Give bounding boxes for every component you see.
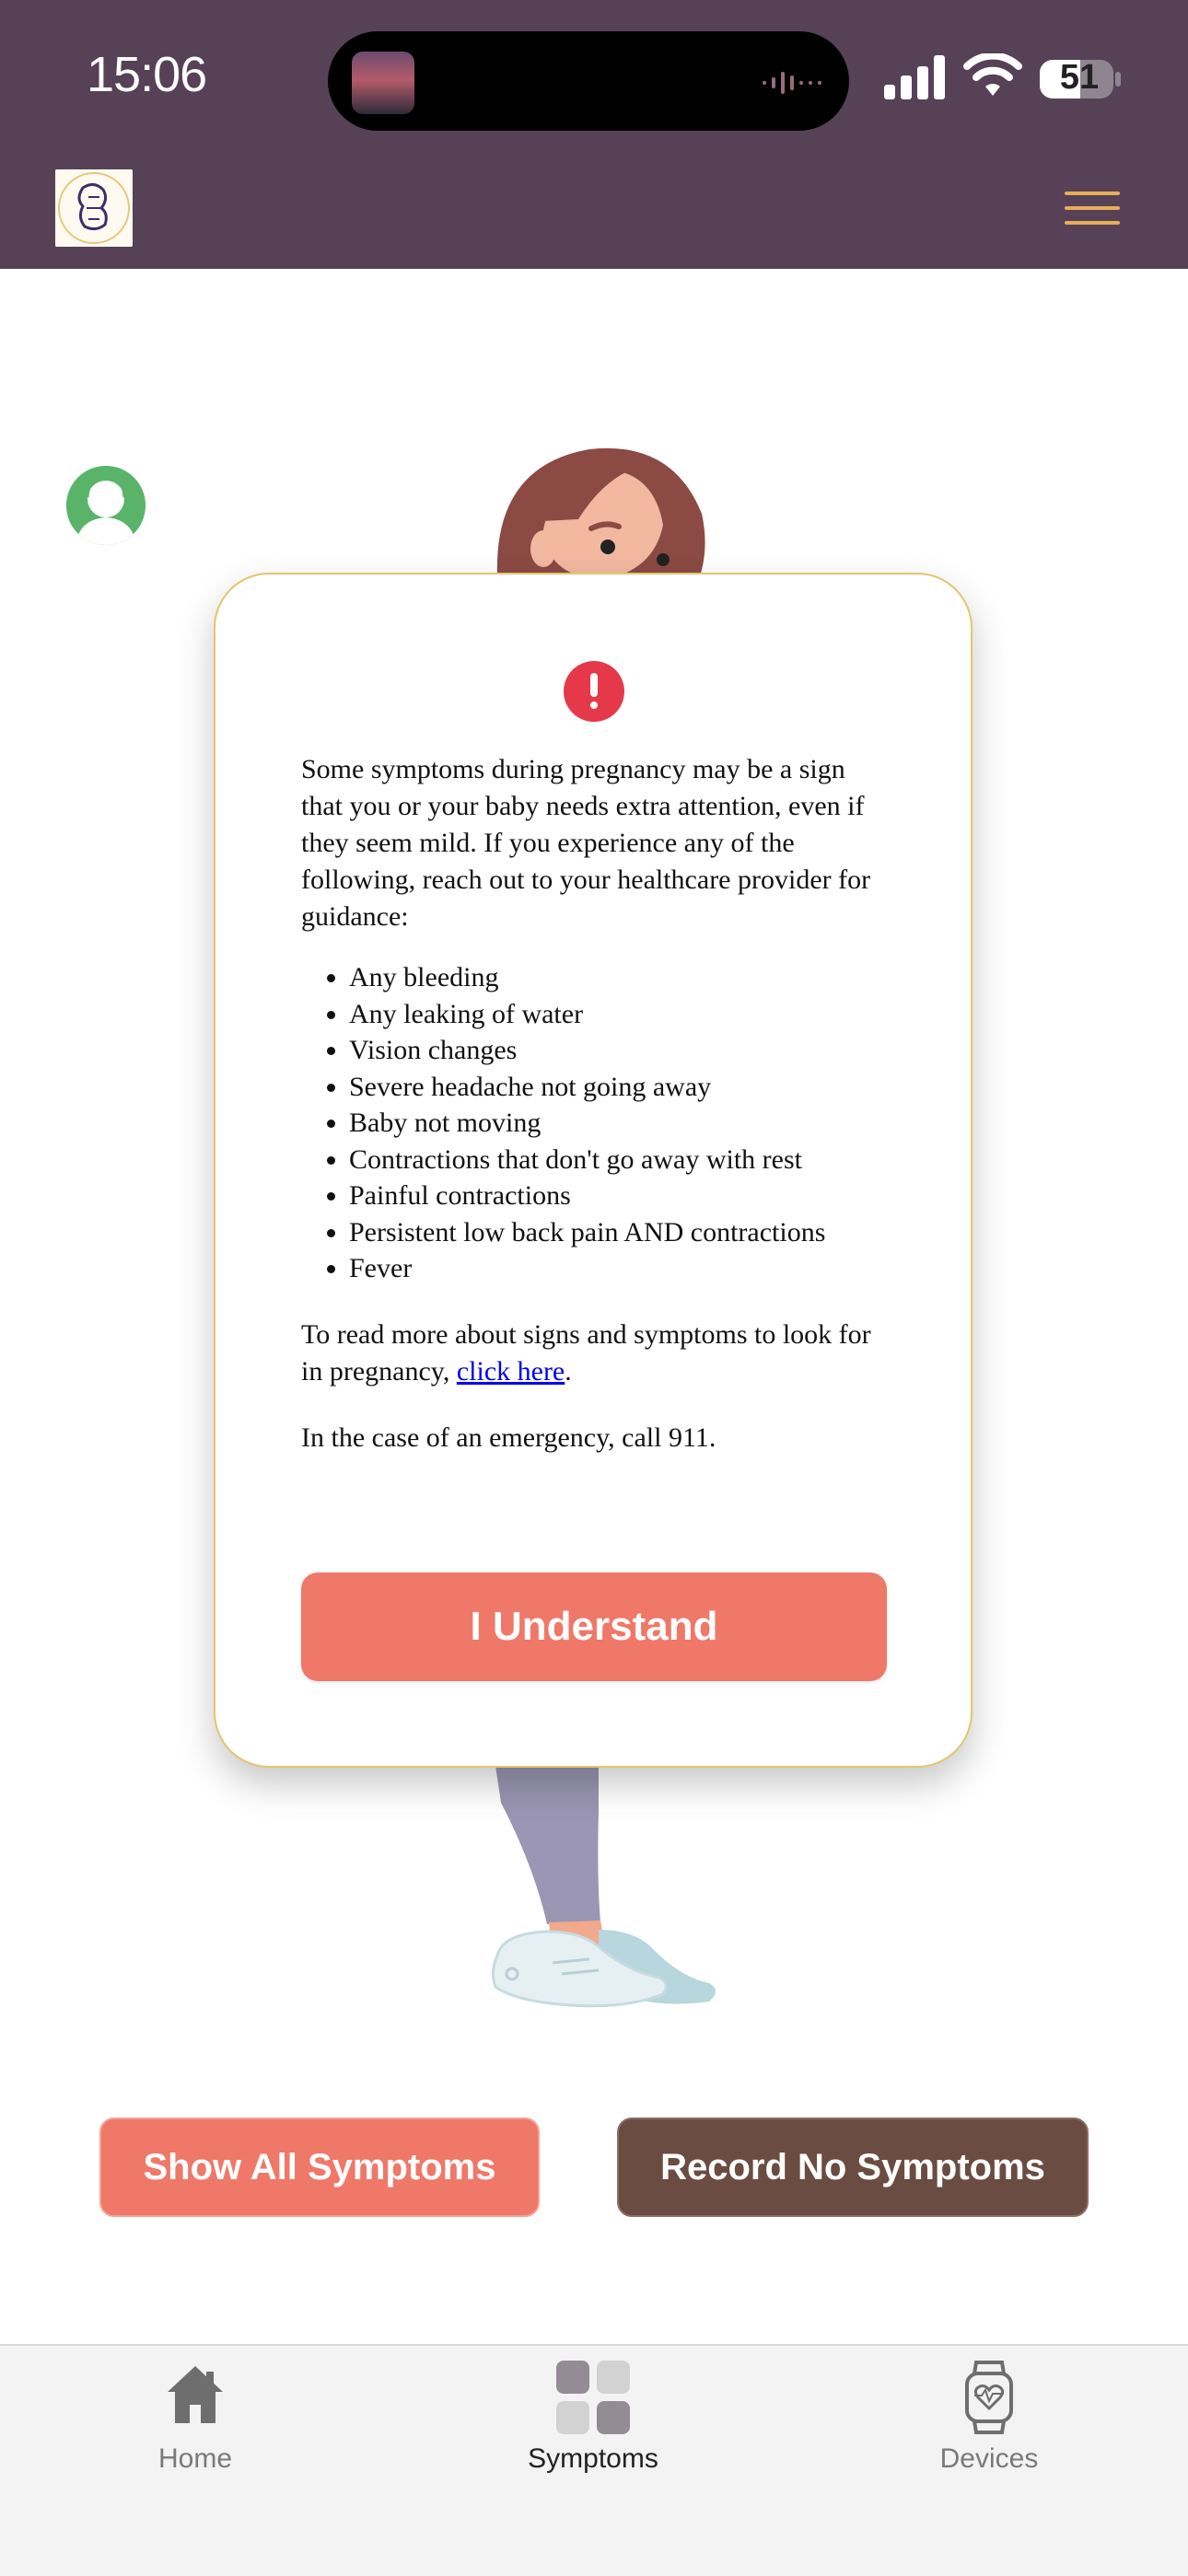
read-more-suffix: . <box>565 1356 572 1387</box>
cellular-signal-icon <box>884 55 945 99</box>
wifi-icon <box>963 53 1022 96</box>
home-icon <box>168 2366 223 2423</box>
show-all-symptoms-button[interactable]: Show All Symptoms <box>99 2118 540 2217</box>
list-item: Any leaking of water <box>349 996 909 1033</box>
tab-symptoms[interactable]: Symptoms <box>483 2359 704 2488</box>
read-more-text: To read more about signs and symptoms to… <box>301 1317 891 1390</box>
list-item: Baby not moving <box>349 1105 909 1142</box>
symptoms-grid-icon <box>556 2361 630 2434</box>
emergency-notice: In the case of an emergency, call 911. <box>301 1422 716 1453</box>
tab-home[interactable]: Home <box>85 2359 306 2488</box>
list-item: Contractions that don't go away with res… <box>349 1142 909 1178</box>
list-item: Fever <box>349 1250 909 1287</box>
tab-home-label: Home <box>157 2443 233 2474</box>
status-time: 15:06 <box>87 47 207 102</box>
profile-avatar-icon[interactable] <box>66 466 146 545</box>
tab-symptoms-label: Symptoms <box>528 2443 658 2474</box>
warning-symptom-list: Any bleeding Any leaking of water Vision… <box>301 959 909 1287</box>
tab-devices-label: Devices <box>939 2443 1039 2474</box>
exclamation-alert-icon <box>564 661 624 722</box>
clinic-logo[interactable] <box>55 169 133 247</box>
audio-wave-icon <box>763 72 821 94</box>
read-more-prefix: To read more about signs and symptoms to… <box>301 1319 871 1387</box>
list-item: Persistent low back pain AND contraction… <box>349 1214 909 1251</box>
hamburger-menu-icon[interactable] <box>1059 184 1124 230</box>
list-item: Painful contractions <box>349 1178 909 1214</box>
record-no-symptoms-button[interactable]: Record No Symptoms <box>617 2118 1089 2217</box>
battery-percentage: 51 <box>1059 58 1100 97</box>
dialog-intro-text: Some symptoms during pregnancy may be a … <box>301 754 871 932</box>
pregnant-woman-illustration-legs <box>491 1766 716 2008</box>
list-item: Any bleeding <box>349 959 909 996</box>
now-playing-artwork <box>352 52 414 114</box>
list-item: Severe headache not going away <box>349 1069 909 1106</box>
click-here-link[interactable]: click here <box>457 1356 565 1387</box>
i-understand-button[interactable]: I Understand <box>301 1572 887 1681</box>
tab-devices[interactable]: Devices <box>879 2359 1100 2488</box>
smartwatch-icon <box>965 2361 1013 2434</box>
list-item: Vision changes <box>349 1032 909 1069</box>
